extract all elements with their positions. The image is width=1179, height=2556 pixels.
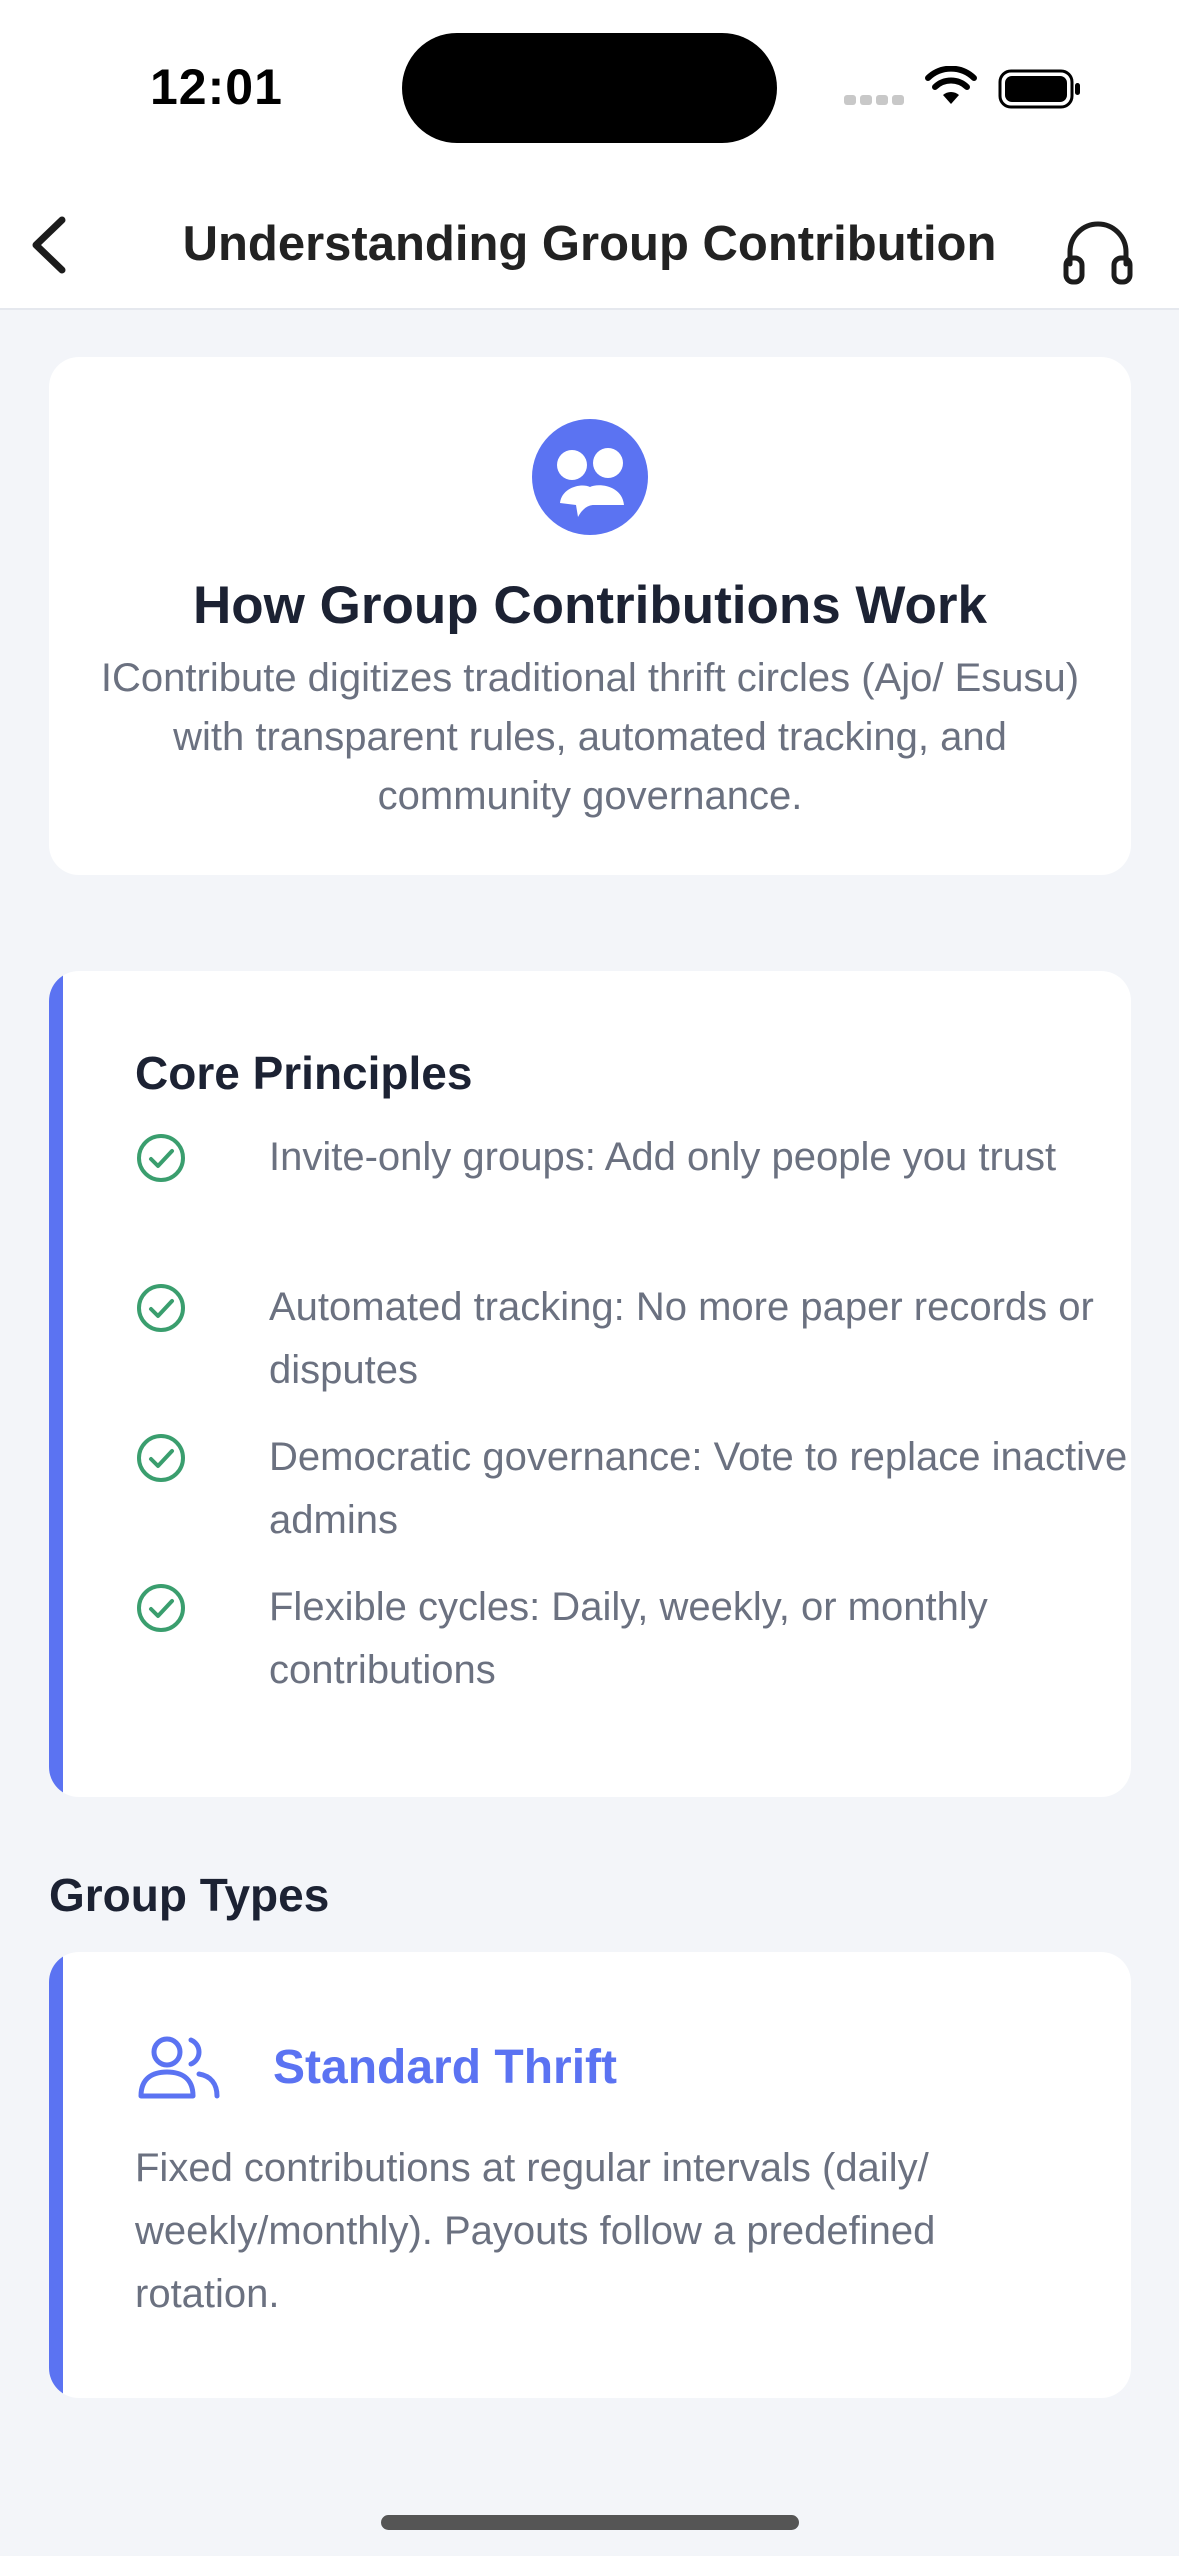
check-circle-icon (137, 1134, 185, 1182)
page-title: Understanding Group Contribution (182, 217, 997, 271)
principles-title: Core Principles (135, 1047, 473, 1099)
cellular-signal-icon (844, 92, 908, 110)
group-types-heading: Group Types (49, 1869, 330, 1921)
group-type-name: Standard Thrift (273, 2041, 617, 2094)
check-circle-icon (137, 1284, 185, 1332)
status-bar: 12:01 (0, 0, 1179, 180)
nav-header: Understanding Group Contribution (0, 180, 1179, 310)
check-circle-icon (137, 1434, 185, 1482)
headphones-icon (1063, 221, 1133, 285)
status-time: 12:01 (150, 59, 283, 115)
group-type-description: Fixed contributions at regular intervals… (135, 2146, 936, 2316)
support-button[interactable] (1058, 212, 1138, 292)
intro-card: How Group Contributions Work IContribute… (49, 357, 1131, 875)
dynamic-island (402, 33, 777, 143)
intro-title: How Group Contributions Work (193, 576, 987, 635)
chevron-left-icon (32, 216, 66, 274)
battery-icon (998, 69, 1080, 109)
back-button[interactable] (18, 210, 88, 280)
wifi-icon (925, 66, 977, 104)
check-circle-icon (137, 1584, 185, 1632)
group-type-card-standard-thrift[interactable]: Standard Thrift Fixed contributions at r… (49, 1952, 1131, 2398)
principle-text: Flexible cycles: Daily, weekly, or month… (269, 1585, 988, 1692)
group-chat-icon (532, 419, 648, 535)
principle-text: Democratic governance: Vote to replace i… (269, 1435, 1128, 1542)
core-principles-card: Core Principles Invite-only groups: Add … (49, 971, 1131, 1797)
screen: 12:01 Understanding Group Contribution H… (0, 0, 1179, 2556)
intro-description: IContribute digitizes traditional thrift… (100, 656, 1080, 818)
home-indicator[interactable] (381, 2515, 799, 2530)
principle-text: Automated tracking: No more paper record… (269, 1285, 1094, 1392)
principle-text: Invite-only groups: Add only people you … (269, 1135, 1057, 1179)
people-icon (138, 2036, 220, 2099)
